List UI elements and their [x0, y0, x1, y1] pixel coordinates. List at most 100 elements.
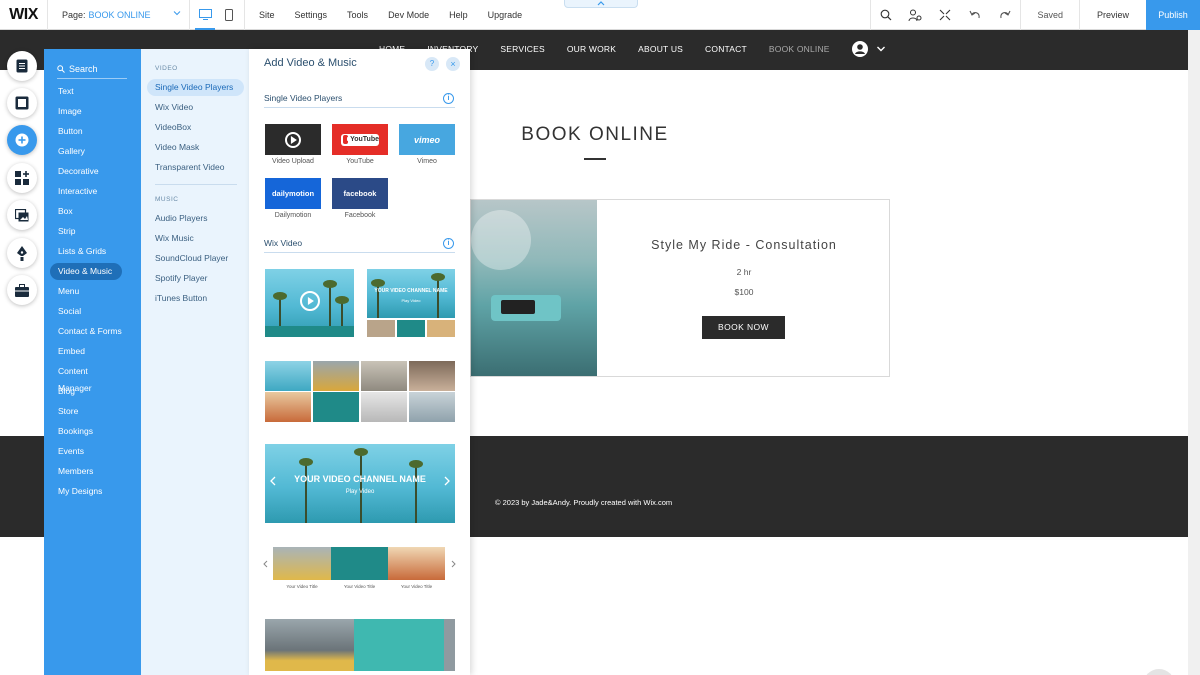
redo-button[interactable] — [990, 0, 1020, 30]
category-social[interactable]: Social — [50, 303, 122, 320]
category-decorative[interactable]: Decorative — [50, 163, 122, 180]
subcategory-itunes-button[interactable]: iTunes Button — [147, 290, 244, 307]
user-avatar-icon[interactable] — [852, 41, 868, 57]
nav-our-work[interactable]: OUR WORK — [567, 44, 616, 54]
preview-button[interactable]: Preview — [1078, 0, 1146, 30]
wix-video-preset-4[interactable]: YOUR VIDEO CHANNEL NAME Play Video — [265, 444, 455, 523]
dailymotion-tile[interactable]: dailymotion — [265, 178, 321, 209]
help-button[interactable]: ? — [425, 57, 439, 71]
zoom-out-button[interactable] — [930, 0, 960, 30]
category-button[interactable]: Button — [50, 123, 122, 140]
menu-upgrade[interactable]: Upgrade — [488, 10, 523, 20]
category-bookings[interactable]: Bookings — [50, 423, 122, 440]
subcategory-soundcloud-player[interactable]: SoundCloud Player — [147, 250, 244, 267]
subcategory-wix-music[interactable]: Wix Music — [147, 230, 244, 247]
wix-video-preset-6-thumb-1[interactable] — [265, 619, 354, 671]
canvas-scroll-knob[interactable] — [1143, 669, 1175, 675]
youtube-tile[interactable]: YouTube — [332, 124, 388, 155]
menu-dev-mode[interactable]: Dev Mode — [388, 10, 429, 20]
page-selector[interactable]: Page: BOOK ONLINE — [48, 0, 190, 30]
collapse-topbar-tab[interactable] — [564, 0, 638, 8]
close-button[interactable]: × — [446, 57, 460, 71]
add-apps-button[interactable] — [7, 163, 37, 193]
nav-services[interactable]: SERVICES — [500, 44, 544, 54]
grid-thumb-1[interactable] — [265, 361, 311, 391]
design-button[interactable] — [7, 238, 37, 268]
grid-thumb-4[interactable] — [409, 361, 455, 391]
category-members[interactable]: Members — [50, 463, 122, 480]
info-icon[interactable]: i — [443, 93, 454, 104]
category-embed[interactable]: Embed — [50, 343, 122, 360]
category-image[interactable]: Image — [50, 103, 122, 120]
section-title-single-players: Single Video Players — [264, 93, 343, 103]
category-store[interactable]: Store — [50, 403, 122, 420]
chevron-right-icon[interactable] — [451, 560, 456, 568]
nav-contact[interactable]: CONTACT — [705, 44, 747, 54]
pages-icon — [16, 59, 28, 73]
search-button[interactable] — [870, 0, 900, 30]
menu-tools[interactable]: Tools — [347, 10, 368, 20]
book-now-button[interactable]: BOOK NOW — [702, 316, 785, 339]
category-text[interactable]: Text — [50, 83, 122, 100]
pages-button[interactable] — [7, 51, 37, 81]
category-interactive[interactable]: Interactive — [50, 183, 122, 200]
category-events[interactable]: Events — [50, 443, 122, 460]
menu-site[interactable]: Site — [259, 10, 275, 20]
wix-video-preset-1[interactable] — [265, 269, 354, 337]
wix-video-preset-2[interactable]: YOUR VIDEO CHANNEL NAME Play Video — [367, 269, 455, 318]
mobile-view-button[interactable] — [222, 0, 236, 30]
subcategory-videobox[interactable]: VideoBox — [147, 119, 244, 136]
subcategory-wix-video[interactable]: Wix Video — [147, 99, 244, 116]
category-box[interactable]: Box — [50, 203, 122, 220]
subcategory-spotify-player[interactable]: Spotify Player — [147, 270, 244, 287]
menu-settings[interactable]: Settings — [295, 10, 328, 20]
publish-button[interactable]: Publish — [1146, 0, 1200, 30]
nav-book-online[interactable]: BOOK ONLINE — [769, 44, 830, 54]
preset-2-thumb-3 — [427, 320, 455, 337]
subcategory-video-mask[interactable]: Video Mask — [147, 139, 244, 156]
nav-about-us[interactable]: ABOUT US — [638, 44, 683, 54]
media-button[interactable] — [7, 200, 37, 230]
slider-thumb-1 — [273, 547, 331, 580]
category-my-designs[interactable]: My Designs — [50, 483, 122, 500]
undo-button[interactable] — [960, 0, 990, 30]
background-button[interactable] — [7, 88, 37, 118]
subcategory-single-video-players[interactable]: Single Video Players — [147, 79, 244, 96]
grid-thumb-8[interactable] — [409, 392, 455, 422]
subcategory-transparent-video[interactable]: Transparent Video — [147, 159, 244, 176]
subcategory-audio-players[interactable]: Audio Players — [147, 210, 244, 227]
wix-video-preset-6-thumb-3[interactable] — [444, 619, 455, 671]
service-card[interactable]: Style My Ride - Consultation 2 hr $100 B… — [470, 199, 890, 377]
chevron-down-icon[interactable] — [876, 45, 886, 53]
add-elements-button[interactable] — [7, 125, 37, 155]
category-gallery[interactable]: Gallery — [50, 143, 122, 160]
add-panel-subcategories: VIDEO Single Video Players Wix Video Vid… — [141, 49, 249, 675]
category-menu[interactable]: Menu — [50, 283, 122, 300]
briefcase-icon — [15, 283, 29, 297]
category-strip[interactable]: Strip — [50, 223, 122, 240]
search-field[interactable]: Search — [57, 59, 127, 79]
wix-video-preset-6-thumb-2[interactable] — [354, 619, 444, 671]
category-blog[interactable]: Blog — [50, 383, 122, 400]
desktop-view-button[interactable] — [195, 0, 215, 30]
video-upload-tile[interactable] — [265, 124, 321, 155]
info-icon[interactable]: i — [443, 238, 454, 249]
category-lists-grids[interactable]: Lists & Grids — [50, 243, 122, 260]
page-title[interactable]: BOOK ONLINE — [470, 124, 720, 146]
grid-thumb-2[interactable] — [313, 361, 359, 391]
grid-thumb-6[interactable] — [313, 392, 359, 422]
grid-thumb-5[interactable] — [265, 392, 311, 422]
menu-help[interactable]: Help — [449, 10, 468, 20]
category-contact-forms[interactable]: Contact & Forms — [50, 323, 122, 340]
accessibility-button[interactable] — [900, 0, 930, 30]
business-button[interactable] — [7, 275, 37, 305]
wix-logo[interactable]: WIX — [0, 0, 48, 30]
category-content-manager[interactable]: Content Manager — [50, 363, 122, 393]
grid-thumb-7[interactable] — [361, 392, 407, 422]
vimeo-tile[interactable]: vimeo — [399, 124, 455, 155]
facebook-tile[interactable]: facebook — [332, 178, 388, 209]
canvas-scrollbar[interactable] — [1188, 30, 1200, 675]
grid-thumb-3[interactable] — [361, 361, 407, 391]
category-video-music[interactable]: Video & Music — [50, 263, 122, 280]
chevron-left-icon[interactable] — [263, 560, 268, 568]
